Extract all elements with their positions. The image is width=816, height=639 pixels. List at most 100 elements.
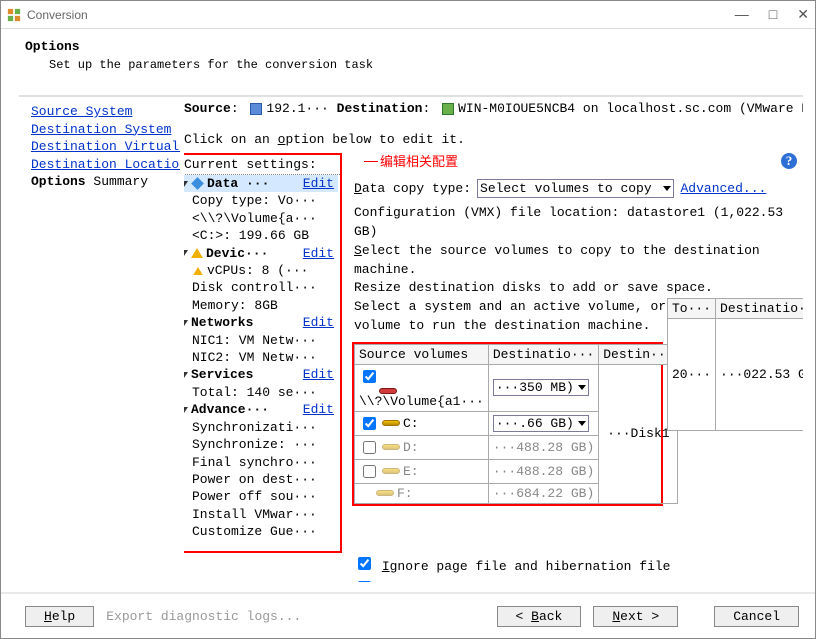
nav-destination-system[interactable]: Destination System: [31, 121, 180, 139]
edit-networks-link[interactable]: Edit: [303, 314, 338, 331]
source-dest-line: Source: 192.1··· Destination: WIN-M0IOUE…: [184, 101, 803, 116]
header-area: Options Set up the parameters for the co…: [1, 29, 815, 78]
titlebar: Conversion — □ ✕: [1, 1, 815, 29]
settings-item[interactable]: Final synchro···: [184, 454, 338, 471]
chevron-down-icon: [184, 250, 188, 256]
col-destination[interactable]: Destinatio···: [716, 299, 803, 319]
settings-item[interactable]: Copy type: Vo···: [184, 192, 338, 209]
resize-line: Resize destination disks to add or save …: [354, 279, 801, 298]
settings-item[interactable]: <\\?\Volume{a···: [184, 210, 338, 227]
settings-item[interactable]: NIC2: VM Netw···: [184, 349, 338, 366]
chevron-down-icon: [184, 320, 188, 326]
chevron-down-icon: [184, 181, 188, 187]
data-copy-label: Data copy type:: [354, 181, 471, 196]
outer-columns: To···Destinatio··· 20······022.53 GB): [667, 298, 803, 431]
settings-item[interactable]: Power off sou···: [184, 488, 338, 505]
ignore-pagefile-check[interactable]: [358, 557, 371, 570]
table-row[interactable]: \\?\Volume{a1··· ···350 MB) ···Disk1: [355, 364, 678, 411]
dest-cell: ···022.53 GB): [716, 319, 803, 431]
settings-item[interactable]: Disk controll···: [184, 279, 338, 296]
volumes-table: Source volumes Destinatio··· Destin··· \…: [354, 344, 678, 504]
settings-item[interactable]: vCPUs: 8 (···: [184, 262, 338, 279]
nav-destination-vm[interactable]: Destination Virtual M: [31, 138, 180, 156]
source-label: Source: [184, 101, 231, 116]
settings-advanced[interactable]: Advance···Edit: [184, 401, 338, 418]
col-source-volumes[interactable]: Source volumes: [355, 344, 489, 364]
settings-item[interactable]: Customize Gue···: [184, 523, 338, 540]
disk-icon: [382, 420, 400, 426]
select-src-line: Select the source volumes to copy to the…: [354, 242, 801, 280]
data-copy-combo[interactable]: Select volumes to copy: [477, 179, 674, 198]
data-icon: [191, 177, 204, 190]
window-controls: — □ ✕: [735, 6, 809, 23]
settings-item[interactable]: Synchronizati···: [184, 419, 338, 436]
source-value: 192.1···: [266, 101, 328, 116]
settings-item[interactable]: Total: 140 se···: [184, 384, 338, 401]
cancel-button[interactable]: Cancel: [714, 606, 799, 627]
nav-destination-location[interactable]: Destination Location: [31, 156, 180, 174]
next-button[interactable]: Next >: [593, 606, 678, 627]
disk-icon: [382, 468, 400, 474]
options-detail-area: 编辑相关配置 ? Data copy type: Select volumes …: [352, 153, 803, 582]
optimized-layout-check[interactable]: [358, 581, 371, 582]
instruction: Click on an option below to edit it.: [184, 132, 803, 147]
settings-item[interactable]: <C:>: 199.66 GB: [184, 227, 338, 244]
app-icon: [7, 8, 21, 22]
export-diag-link: Export diagnostic logs...: [106, 609, 301, 624]
size-combo-0[interactable]: ···350 MB): [493, 379, 589, 396]
col-dest-size[interactable]: Destinatio···: [488, 344, 598, 364]
nav-options[interactable]: Options: [31, 174, 86, 189]
settings-networks[interactable]: NetworksEdit: [184, 314, 338, 331]
size-cell: ···488.28 GB): [488, 459, 598, 483]
chevron-down-icon: [184, 372, 188, 378]
advanced-link[interactable]: Advanced...: [680, 181, 766, 196]
chevron-down-icon: [578, 421, 586, 426]
window-title: Conversion: [27, 8, 88, 22]
help-button[interactable]: Help: [25, 606, 94, 627]
vol-check-1[interactable]: [363, 417, 376, 430]
edit-services-link[interactable]: Edit: [303, 366, 338, 383]
settings-item[interactable]: Power on dest···: [184, 471, 338, 488]
size-combo-1[interactable]: ···.66 GB): [493, 415, 589, 432]
vol-check-3[interactable]: [363, 465, 376, 478]
size-cell: ···488.28 GB): [488, 435, 598, 459]
maximize-icon[interactable]: □: [769, 6, 777, 23]
settings-item[interactable]: Install VMwar···: [184, 506, 338, 523]
annotation: 编辑相关配置: [380, 151, 458, 170]
current-settings-panel: Current settings: Data ···Edit Copy type…: [184, 153, 342, 553]
dest-label: Destination: [337, 101, 423, 116]
total-cell: 20···: [668, 319, 716, 431]
vol-check-0[interactable]: [363, 370, 376, 383]
vmx-location: Configuration (VMX) file location: datas…: [354, 204, 801, 242]
settings-services[interactable]: ServicesEdit: [184, 366, 338, 383]
help-icon[interactable]: ?: [781, 153, 797, 169]
edit-data-link[interactable]: Edit: [303, 175, 338, 192]
dest-value: WIN-M0IOUE5NCB4 on localhost.sc.com (VMw…: [458, 101, 803, 116]
warning-icon: [193, 267, 203, 275]
settings-data[interactable]: Data ···Edit: [184, 175, 338, 192]
close-icon[interactable]: ✕: [797, 6, 809, 23]
nav-pane: Source System Destination System Destina…: [19, 97, 184, 582]
back-button[interactable]: < Back: [497, 606, 582, 627]
warning-icon: [191, 248, 203, 258]
page-title: Options: [25, 39, 791, 54]
disk-icon: [376, 490, 394, 496]
settings-devices[interactable]: Devic···Edit: [184, 245, 338, 262]
content-area: Source: 192.1··· Destination: WIN-M0IOUE…: [184, 97, 803, 582]
edit-advanced-link[interactable]: Edit: [303, 401, 338, 418]
minimize-icon[interactable]: —: [735, 6, 749, 23]
col-total[interactable]: To···: [668, 299, 716, 319]
vol-check-2[interactable]: [363, 441, 376, 454]
settings-item[interactable]: NIC1: VM Netw···: [184, 332, 338, 349]
page-subtitle: Set up the parameters for the conversion…: [49, 58, 791, 72]
conversion-window: Conversion — □ ✕ Options Set up the para…: [0, 0, 816, 639]
nav-summary[interactable]: Summary: [93, 174, 148, 189]
settings-item[interactable]: Synchronize: ···: [184, 436, 338, 453]
nav-source-system[interactable]: Source System: [31, 103, 180, 121]
chevron-down-icon: [663, 186, 671, 191]
disk-icon: [382, 444, 400, 450]
chevron-down-icon: [184, 407, 188, 413]
settings-item[interactable]: Memory: 8GB: [184, 297, 338, 314]
volumes-table-box: Source volumes Destinatio··· Destin··· \…: [352, 342, 663, 506]
edit-devices-link[interactable]: Edit: [303, 245, 338, 262]
